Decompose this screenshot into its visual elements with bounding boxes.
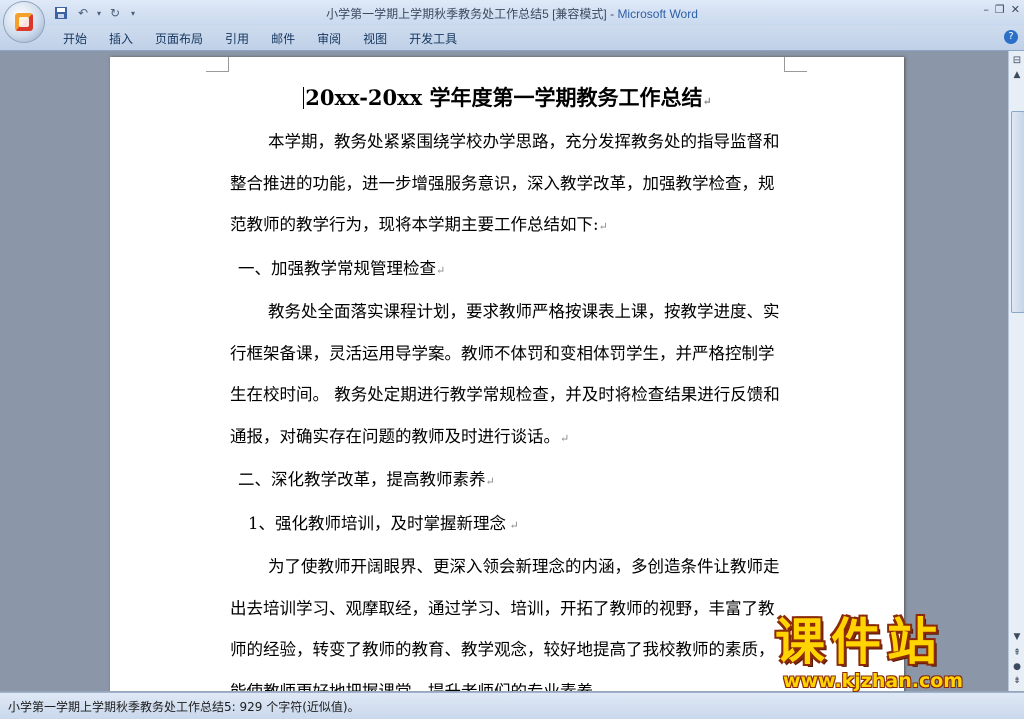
office-logo-icon bbox=[15, 13, 33, 31]
tab-mailings[interactable]: 邮件 bbox=[260, 30, 306, 48]
ribbon-tab-bar: 开始 插入 页面布局 引用 邮件 审阅 视图 开发工具 ? bbox=[0, 26, 1024, 51]
paragraph-text: 本学期，教务处紧紧围绕学校办学思路，充分发挥教务处的指导监督和整合推进的功能，进… bbox=[230, 132, 780, 234]
status-bar: 小学第一学期上学期秋季教务处工作总结5: 929 个字符(近似值)。 bbox=[0, 692, 1024, 719]
title-separator: - bbox=[606, 7, 618, 21]
paragraph-routine: 教务处全面落实课程计划，要求教师严格按课表上课，按教学进度、实行框架备课，灵活运… bbox=[230, 291, 785, 459]
watermark-title: 课件站 bbox=[775, 613, 943, 671]
section-heading-2: 二、深化教学改革，提高教师素养↵ bbox=[230, 459, 785, 503]
tab-home[interactable]: 开始 bbox=[52, 30, 98, 48]
watermark-logo: 课件站 www.kjzhan.com bbox=[775, 612, 1015, 696]
crop-mark-left bbox=[206, 57, 229, 72]
office-button[interactable] bbox=[4, 2, 44, 42]
paragraph-mark-icon: ↵ bbox=[598, 220, 608, 233]
crop-mark-right bbox=[784, 57, 807, 72]
section-heading-1: 一、加强教学常规管理检查↵ bbox=[230, 248, 785, 292]
status-text: 小学第一学期上学期秋季教务处工作总结5: 929 个字符(近似值)。 bbox=[8, 700, 360, 714]
paragraph-text: 为了使教师开阔眼界、更深入领会新理念的内涵，多创造条件让教师走出去培训学习、观摩… bbox=[230, 557, 780, 691]
window-controls: – ❐ ✕ bbox=[983, 3, 1020, 16]
scroll-up-icon[interactable]: ▲ bbox=[1011, 69, 1023, 81]
paragraph-training: 为了使教师开阔眼界、更深入领会新理念的内涵，多创造条件让教师走出去培训学习、观摩… bbox=[230, 546, 785, 691]
ruler-toggle-icon[interactable]: ⊟ bbox=[1011, 55, 1023, 67]
tab-page-layout[interactable]: 页面布局 bbox=[144, 30, 214, 48]
help-icon[interactable]: ? bbox=[1004, 30, 1018, 44]
document-body: 20xx-20xx 学年度第一学期教务工作总结↵ 本学期，教务处紧紧围绕学校办学… bbox=[230, 83, 785, 691]
app-name: Microsoft Word bbox=[617, 7, 698, 21]
close-icon[interactable]: ✕ bbox=[1011, 3, 1020, 16]
paragraph-intro: 本学期，教务处紧紧围绕学校办学思路，充分发挥教务处的指导监督和整合推进的功能，进… bbox=[230, 121, 785, 248]
paragraph-mark-icon: ↵ bbox=[485, 475, 495, 488]
restore-icon[interactable]: ❐ bbox=[995, 3, 1005, 16]
subsection-heading-1: 1、强化教师培训，及时掌握新理念 ↵ bbox=[230, 503, 785, 547]
section-heading-text: 二、深化教学改革，提高教师素养 bbox=[238, 470, 486, 489]
document-heading-text: 20xx-20xx 学年度第一学期教务工作总结 bbox=[305, 85, 703, 110]
title-bar: ↶ ▾ ↻ ▾ 小学第一学期上学期秋季教务处工作总结5 [兼容模式] - Mic… bbox=[0, 0, 1024, 42]
paragraph-mark-icon: ↵ bbox=[560, 431, 570, 445]
tab-references[interactable]: 引用 bbox=[214, 30, 260, 48]
document-name: 小学第一学期上学期秋季教务处工作总结5 [兼容模式] bbox=[326, 7, 607, 21]
paragraph-mark-icon: ↵ bbox=[506, 518, 519, 532]
tab-insert[interactable]: 插入 bbox=[98, 30, 144, 48]
tab-developer[interactable]: 开发工具 bbox=[398, 30, 468, 48]
paragraph-mark-icon: ↵ bbox=[702, 95, 712, 108]
paragraph-mark-icon: ↵ bbox=[436, 263, 446, 277]
watermark-url: www.kjzhan.com bbox=[783, 670, 964, 692]
scrollbar-thumb[interactable] bbox=[1011, 111, 1024, 313]
subsection-heading-text: 1、强化教师培训，及时掌握新理念 bbox=[248, 513, 506, 533]
document-workspace: 20xx-20xx 学年度第一学期教务工作总结↵ 本学期，教务处紧紧围绕学校办学… bbox=[0, 51, 1008, 691]
document-heading: 20xx-20xx 学年度第一学期教务工作总结↵ bbox=[230, 83, 785, 117]
document-page[interactable]: 20xx-20xx 学年度第一学期教务工作总结↵ 本学期，教务处紧紧围绕学校办学… bbox=[110, 57, 904, 691]
tab-view[interactable]: 视图 bbox=[352, 30, 398, 48]
tab-review[interactable]: 审阅 bbox=[306, 30, 352, 48]
minimize-icon[interactable]: – bbox=[983, 3, 989, 16]
window-title: 小学第一学期上学期秋季教务处工作总结5 [兼容模式] - Microsoft W… bbox=[0, 5, 1024, 22]
section-heading-text: 一、加强教学常规管理检查 bbox=[238, 258, 436, 278]
vertical-scrollbar[interactable]: ⊟ ▲ ▼ ⇞ ● ⇟ bbox=[1008, 51, 1024, 691]
paragraph-text: 教务处全面落实课程计划，要求教师严格按课表上课，按教学进度、实行框架备课，灵活运… bbox=[230, 302, 780, 446]
